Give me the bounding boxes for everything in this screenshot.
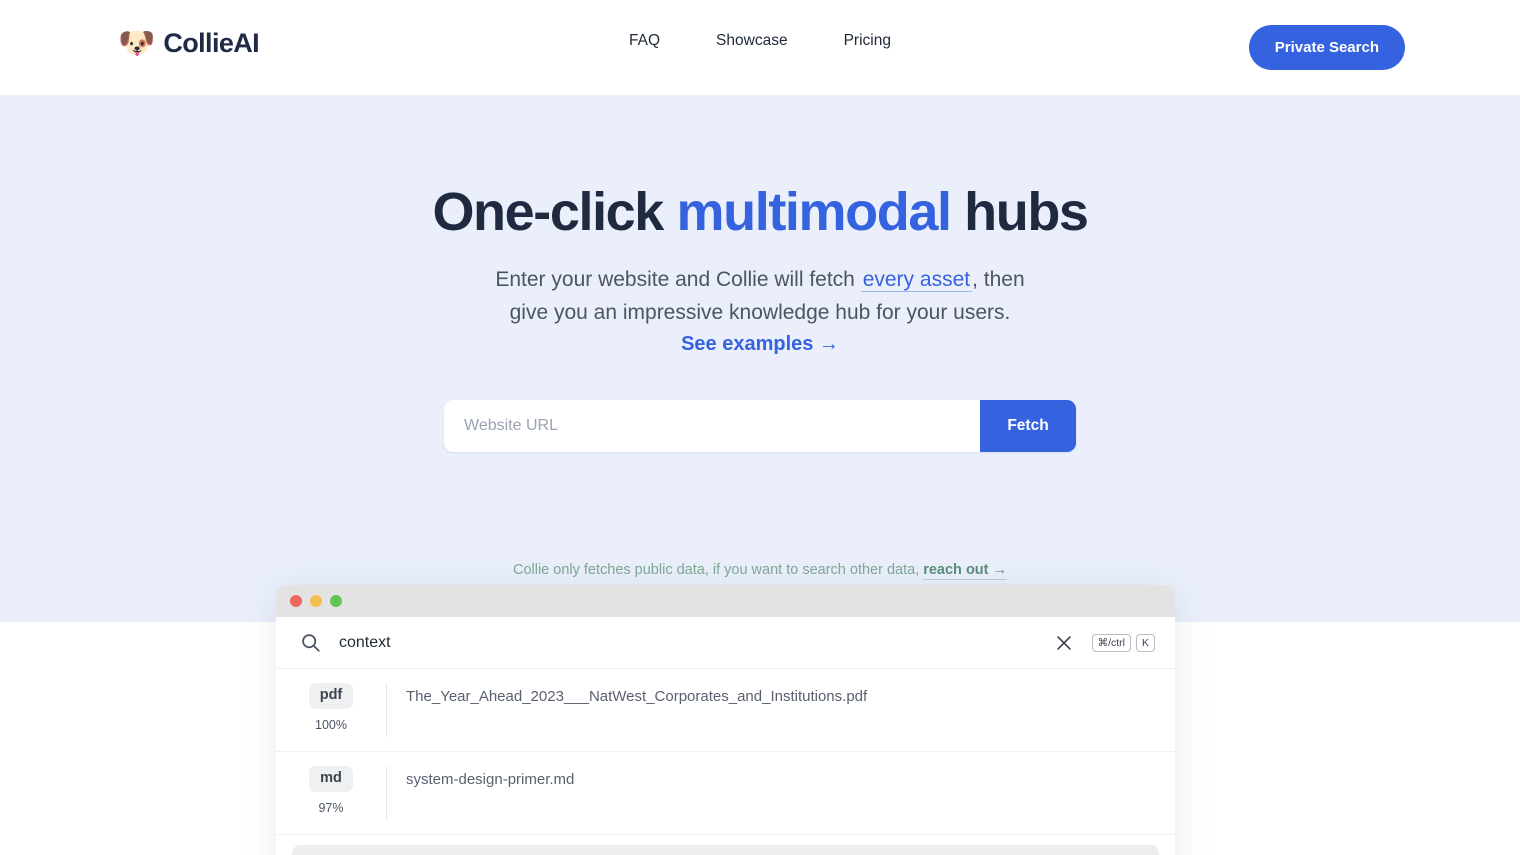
file-type-badge: md bbox=[309, 766, 353, 792]
result-meta-1: pdf 100% bbox=[276, 683, 386, 732]
subtitle-text-a: Enter your website and Collie will fetch bbox=[495, 268, 861, 291]
nav-item-faq[interactable]: FAQ bbox=[629, 32, 660, 50]
headline-part-1: One-click bbox=[432, 182, 677, 242]
headline-part-2: hubs bbox=[950, 182, 1089, 242]
fetch-button[interactable]: Fetch bbox=[980, 400, 1076, 452]
mockup-body: context ⌘/ctrl K pdf 100% The_Year_Ahead… bbox=[276, 617, 1175, 855]
search-query-text[interactable]: context bbox=[339, 634, 1055, 652]
subtitle-text-b: , then bbox=[972, 268, 1025, 291]
file-type-badge: pdf bbox=[308, 683, 354, 709]
website-url-input[interactable] bbox=[444, 400, 980, 452]
search-icon bbox=[302, 634, 320, 652]
headline-accent: multimodal bbox=[676, 182, 952, 242]
browser-mockup: context ⌘/ctrl K pdf 100% The_Year_Ahead… bbox=[276, 585, 1175, 855]
see-examples-link[interactable]: See examples → bbox=[0, 333, 1520, 356]
fetch-bar: Fetch bbox=[444, 400, 1076, 452]
result-content-2: system-design-primer.md bbox=[386, 766, 1155, 820]
mockup-title-bar bbox=[276, 585, 1175, 617]
result-content-1: The_Year_Ahead_2023___NatWest_Corporates… bbox=[386, 683, 1155, 737]
result-row-2[interactable]: md 97% system-design-primer.md bbox=[276, 752, 1175, 835]
match-score: 97% bbox=[318, 800, 344, 815]
nav-item-pricing[interactable]: Pricing bbox=[844, 32, 891, 50]
hero-subtitle: Enter your website and Collie will fetch… bbox=[0, 263, 1520, 329]
result-filename: The_Year_Ahead_2023___NatWest_Corporates… bbox=[406, 688, 868, 705]
site-header: 🐶 CollieAI FAQ Showcase Pricing Private … bbox=[0, 0, 1520, 95]
notice-text: Collie only fetches public data, if you … bbox=[512, 562, 920, 578]
result-meta-2: md 97% bbox=[276, 766, 386, 815]
match-score: 100% bbox=[315, 717, 347, 732]
subtitle-line-2: give you an impressive knowledge hub for… bbox=[509, 301, 1011, 324]
every-asset-link[interactable]: every asset bbox=[860, 268, 973, 292]
public-data-notice: Collie only fetches public data, if you … bbox=[0, 562, 1520, 580]
shortcut-modifier-key: ⌘/ctrl bbox=[1091, 633, 1131, 652]
hero-section: One-click multimodal hubs Enter your web… bbox=[0, 95, 1520, 629]
close-traffic-light-icon[interactable] bbox=[290, 595, 302, 607]
reach-out-link[interactable]: reach out → bbox=[923, 562, 1008, 580]
landing-page: 🐶 CollieAI FAQ Showcase Pricing Private … bbox=[0, 0, 1520, 855]
nav-item-showcase[interactable]: Showcase bbox=[716, 32, 788, 50]
page-title: One-click multimodal hubs bbox=[0, 182, 1520, 242]
maximize-traffic-light-icon[interactable] bbox=[330, 595, 342, 607]
mockup-search-row: context ⌘/ctrl K bbox=[276, 617, 1175, 669]
result-row-3-partial[interactable] bbox=[292, 845, 1159, 855]
minimize-traffic-light-icon[interactable] bbox=[310, 595, 322, 607]
private-search-button[interactable]: Private Search bbox=[1248, 25, 1405, 70]
shortcut-letter-key: K bbox=[1135, 633, 1155, 652]
result-row-1[interactable]: pdf 100% The_Year_Ahead_2023___NatWest_C… bbox=[276, 669, 1175, 752]
result-filename: system-design-primer.md bbox=[406, 771, 575, 788]
close-icon[interactable] bbox=[1055, 634, 1073, 652]
